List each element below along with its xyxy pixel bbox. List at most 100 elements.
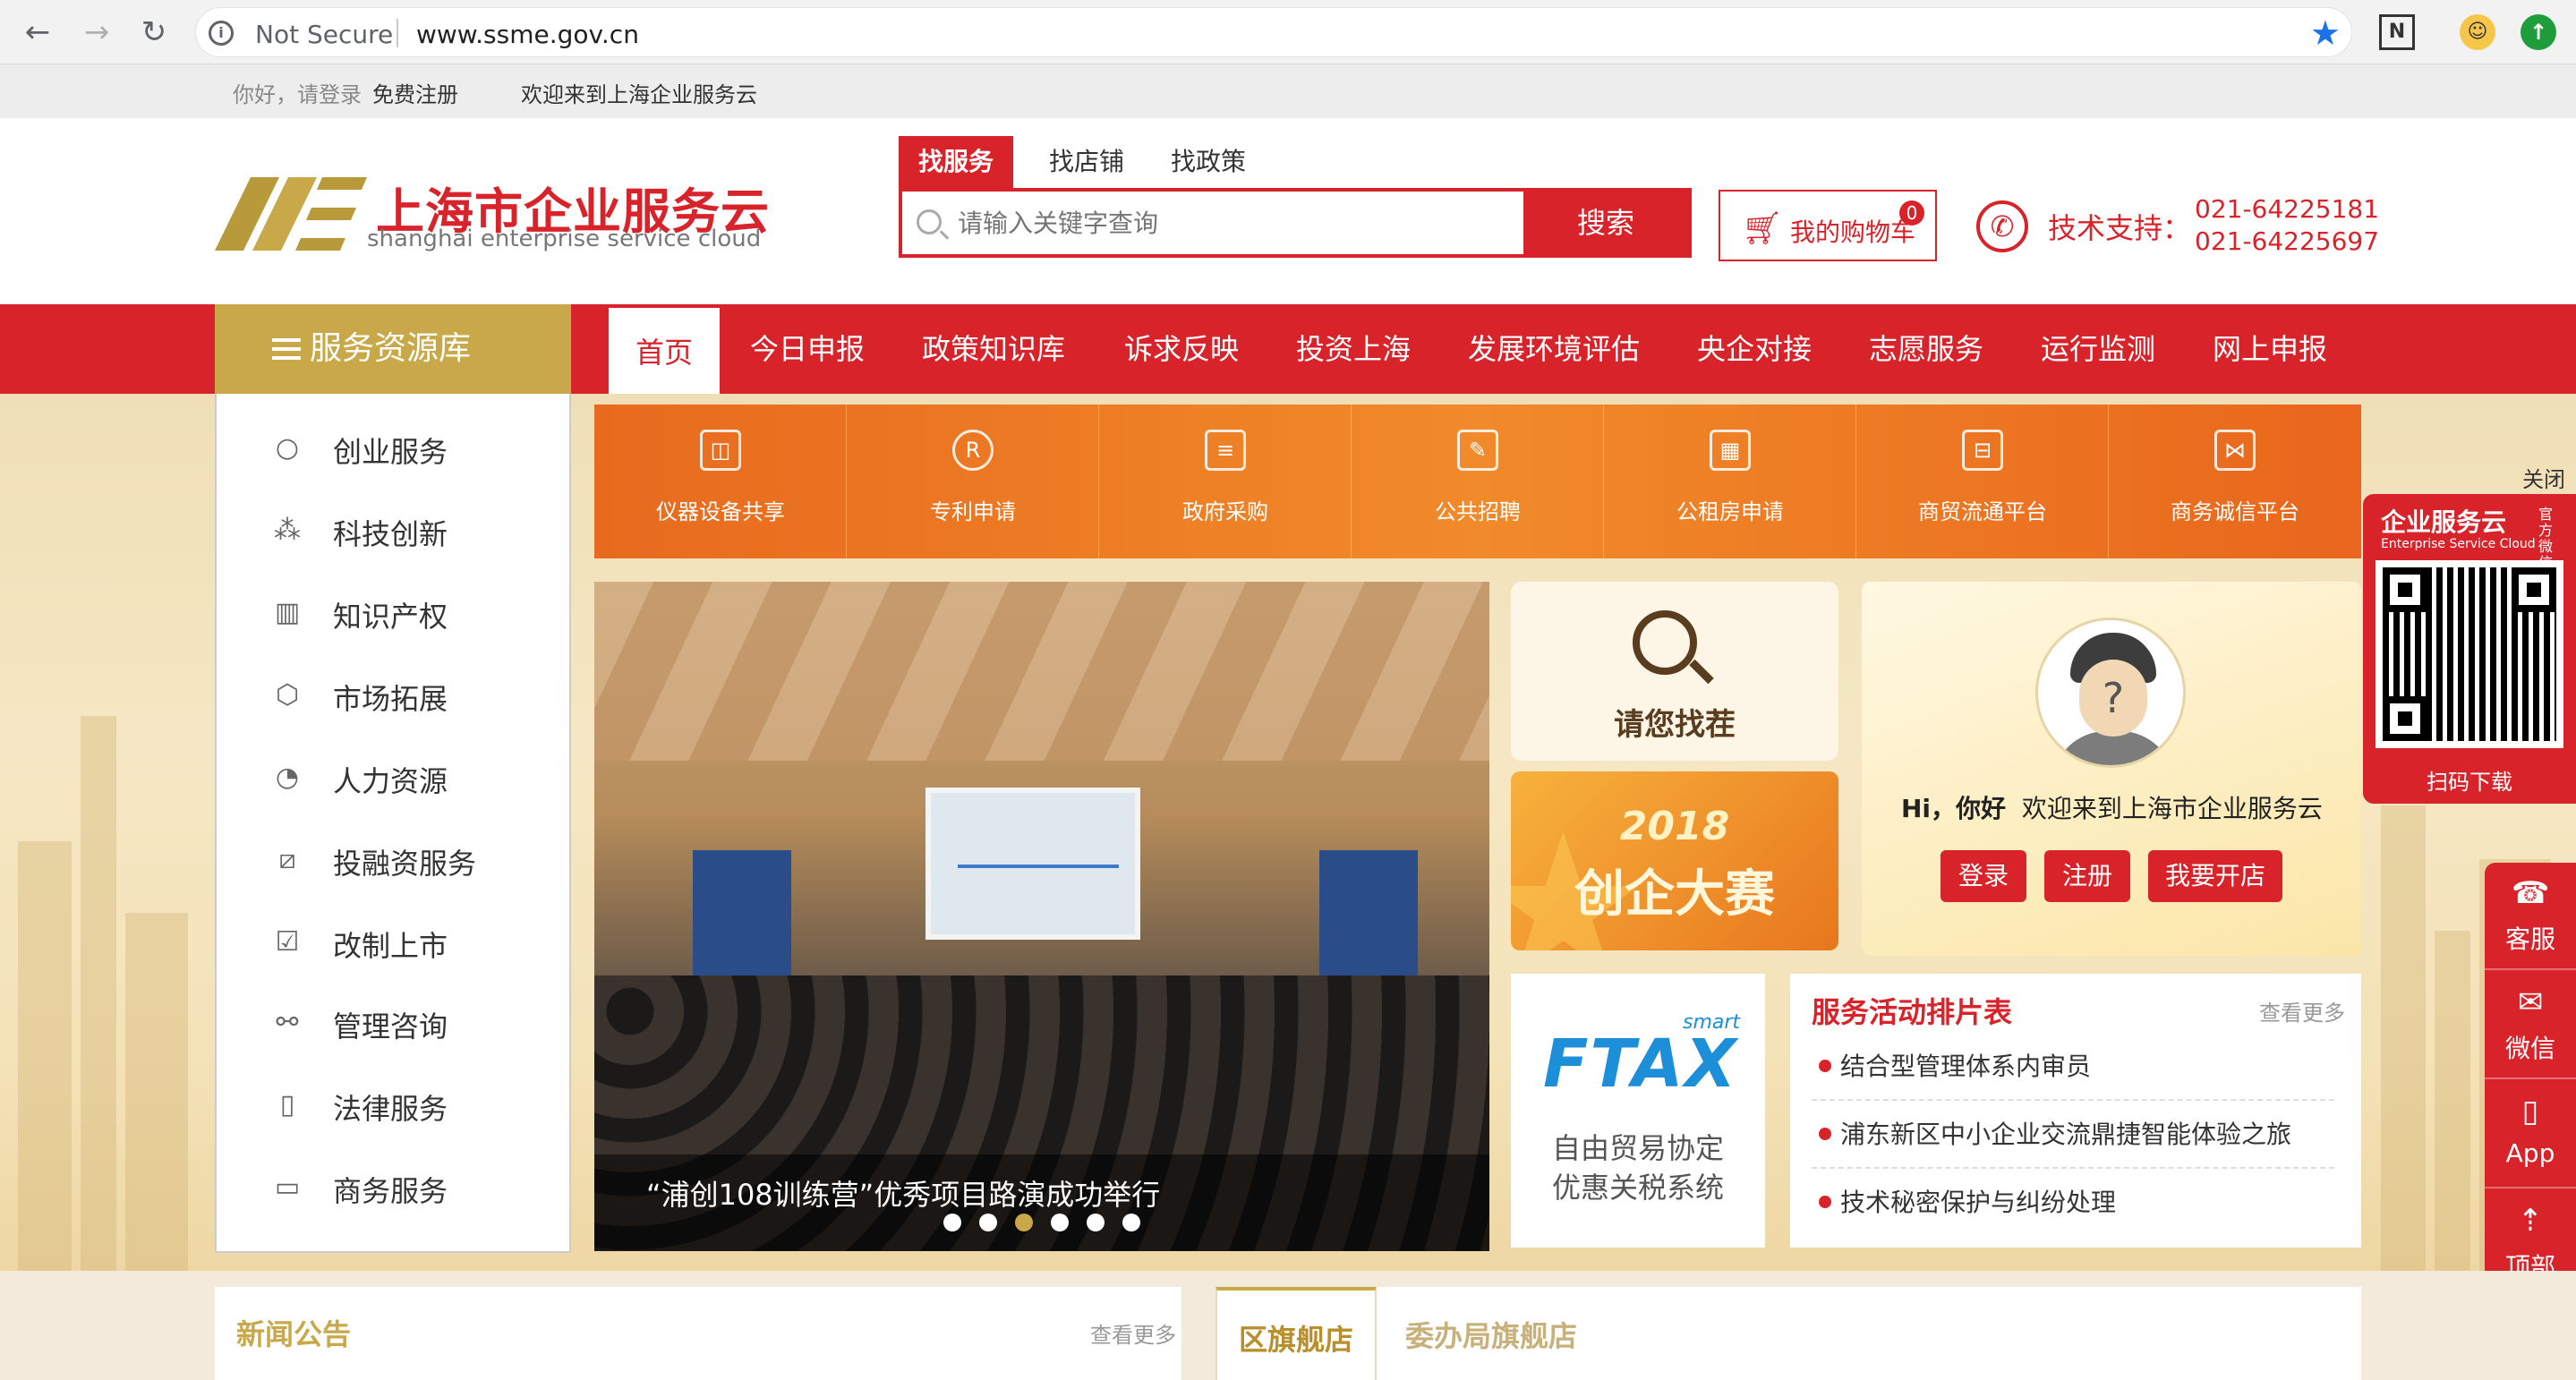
quick-instrument-sharing[interactable]: ◫ 仪器设备共享 [594, 405, 847, 558]
carousel-dot[interactable] [943, 1214, 961, 1231]
sidebar-item-hr[interactable]: ◔ 人力资源 [217, 746, 571, 809]
nav-soe-docking[interactable]: 央企对接 [1670, 304, 1838, 394]
quick-public-housing[interactable]: ▦ 公租房申请 [1604, 405, 1856, 558]
search-button[interactable]: 搜索 [1523, 192, 1688, 254]
sidebar-item-ip[interactable]: ▥ 知识产权 [217, 582, 571, 644]
list-item[interactable]: 浦东新区中小企业交流鼎捷智能体验之旅 [1812, 1101, 2334, 1169]
quick-recruitment[interactable]: ✎ 公共招聘 [1352, 405, 1604, 558]
app-button[interactable]: ▯ App [2485, 1081, 2576, 1188]
lightbulb-icon: ○ [275, 432, 300, 464]
tool-label: 微信 [2504, 1034, 2555, 1063]
extension-upload-icon[interactable]: ↑ [2521, 14, 2556, 50]
nav-appeal[interactable]: 诉求反映 [1097, 304, 1266, 394]
qr-subtitle: Enterprise Service Cloud [2381, 537, 2536, 551]
quick-patent[interactable]: R 专利申请 [847, 405, 1099, 558]
nodes-icon: ⚯ [276, 1007, 299, 1038]
projector-screen [925, 788, 1140, 940]
news-more-link[interactable]: 查看更多 [1090, 1317, 1176, 1349]
service-resource-label: 服务资源库 [310, 330, 472, 367]
nav-policy-knowledge[interactable]: 政策知识库 [895, 304, 1092, 394]
back-icon[interactable]: ← [18, 13, 57, 52]
news-title: 新闻公告 [236, 1317, 352, 1351]
list-item[interactable]: 技术秘密保护与纠纷处理 [1812, 1169, 2334, 1237]
quick-label: 专利申请 [930, 499, 1016, 524]
wechat-button[interactable]: ✉ 微信 [2485, 972, 2576, 1079]
search-input[interactable] [958, 199, 1522, 247]
info-icon[interactable]: i [209, 21, 234, 46]
search-icon [917, 209, 942, 234]
extension-n-icon[interactable]: N [2379, 14, 2415, 50]
bookmark-star-icon[interactable]: ★ [2310, 13, 2341, 53]
sidebar-item-startup[interactable]: ○ 创业服务 [217, 417, 571, 480]
site-header: 上海市企业服务云 shanghai enterprise service clo… [0, 118, 2576, 304]
startup-contest-banner[interactable]: ★ 2018 创企大赛 [1511, 771, 1838, 950]
nav-today-declaration[interactable]: 今日申报 [723, 304, 891, 394]
qr-close-button[interactable]: 关闭 [2522, 462, 2565, 493]
nav-invest-shanghai[interactable]: 投资上海 [1269, 304, 1437, 394]
sidebar-item-label: 商务服务 [333, 1174, 448, 1208]
carousel-dot-active[interactable] [1015, 1214, 1033, 1231]
carousel-dot[interactable] [1087, 1214, 1105, 1231]
address-bar[interactable]: i Not Secure www.ssme.gov.cn ★ [195, 7, 2352, 57]
sidebar-item-tech-innovation[interactable]: ⁂ 科技创新 [217, 499, 571, 562]
service-resource-header[interactable]: 服务资源库 [215, 304, 571, 394]
reload-icon[interactable]: ↻ [134, 13, 174, 52]
sidebar-item-financing[interactable]: ⧄ 投融资服务 [217, 829, 571, 891]
briefcase-icon: ▭ [274, 1171, 301, 1203]
find-fault-card[interactable]: 请您找茬 [1511, 582, 1838, 761]
forward-icon[interactable]: → [77, 13, 116, 52]
qr-download-panel: 企业服务云 Enterprise Service Cloud 官方微信 扫码下载 [2363, 494, 2576, 804]
sidebar-item-business[interactable]: ▭ 商务服务 [217, 1156, 571, 1219]
pie-chart-icon: ◔ [275, 762, 300, 793]
instrument-icon: ◫ [700, 430, 741, 471]
quick-trade-platform[interactable]: ⊟ 商贸流通平台 [1856, 405, 2109, 558]
carousel-dot[interactable] [979, 1214, 997, 1231]
carousel-dot[interactable] [1051, 1214, 1069, 1231]
tab-district-flagship[interactable]: 区旗舰店 [1215, 1287, 1378, 1380]
extension-emoji-icon[interactable]: ☺ [2460, 14, 2495, 50]
login-button[interactable]: 登录 [1941, 850, 2026, 902]
logo-subtitle: shanghai enterprise service cloud [367, 226, 762, 252]
tab-find-service[interactable]: 找服务 [899, 136, 1014, 188]
tab-bureau-flagship[interactable]: 委办局旗舰店 [1384, 1287, 1599, 1380]
sidebar-item-legal[interactable]: ▯ 法律服务 [217, 1074, 571, 1137]
quick-procurement[interactable]: ≡ 政府采购 [1099, 405, 1352, 558]
contest-title: 创企大赛 [1574, 865, 1775, 924]
support-label: 技术支持： [2048, 211, 2192, 245]
news-carousel[interactable]: “浦创108训练营”优秀项目路演成功举行 [594, 582, 1489, 1251]
free-register-link[interactable]: 免费注册 [372, 77, 458, 108]
nav-online-declaration[interactable]: 网上申报 [2186, 304, 2354, 394]
open-shop-button[interactable]: 我要开店 [2148, 850, 2282, 902]
sidebar-item-consulting[interactable]: ⚯ 管理咨询 [217, 992, 571, 1054]
site-logo[interactable]: 上海市企业服务云 shanghai enterprise service clo… [215, 172, 769, 258]
menu-icon [272, 338, 301, 360]
quick-credit-platform[interactable]: ⋈ 商务诚信平台 [2109, 405, 2361, 558]
login-greeting-link[interactable]: 你好，请登录 [233, 77, 362, 108]
activity-more-link[interactable]: 查看更多 [2259, 995, 2345, 1026]
carousel-caption[interactable]: “浦创108训练营”优秀项目路演成功举行 [646, 1172, 1160, 1214]
sidebar-item-label: 法律服务 [333, 1092, 448, 1126]
nav-home[interactable]: 首页 [609, 308, 721, 394]
url-text[interactable]: www.ssme.gov.cn [416, 20, 639, 49]
register-button[interactable]: 注册 [2044, 850, 2130, 902]
nav-environment-assessment[interactable]: 发展环境评估 [1441, 304, 1667, 394]
nav-volunteer[interactable]: 志愿服务 [1842, 304, 2010, 394]
activity-title: 服务活动排片表 [1812, 995, 2013, 1029]
tab-find-policy[interactable]: 找政策 [1151, 136, 1266, 188]
tab-find-shop[interactable]: 找店铺 [1029, 136, 1144, 188]
sidebar-item-market[interactable]: ⬡ 市场拓展 [217, 664, 571, 727]
cube-icon: ⬡ [275, 679, 300, 711]
sidebar-item-listing[interactable]: ☑ 改制上市 [217, 911, 571, 974]
cart-button[interactable]: 🛒︎ 我的购物车 0 [1719, 190, 1937, 261]
phone-icon: ✆ [1976, 200, 2028, 252]
sidebar-item-label: 管理咨询 [333, 1009, 448, 1044]
qr-title: 企业服务云 [2381, 507, 2507, 537]
list-item[interactable]: 结合型管理体系内审员 [1812, 1033, 2334, 1101]
ftax-card[interactable]: smart FTAX 自由贸易协定 优惠关税系统 [1511, 974, 1765, 1248]
nav-monitoring[interactable]: 运行监测 [2014, 304, 2182, 394]
hi-text: Hi，你好 [1901, 794, 2007, 823]
phone-icon: ▯ [2521, 1094, 2539, 1129]
magnifier-icon [1633, 610, 1697, 675]
carousel-dot[interactable] [1122, 1214, 1140, 1231]
customer-service-button[interactable]: ☎ 客服 [2485, 863, 2576, 970]
